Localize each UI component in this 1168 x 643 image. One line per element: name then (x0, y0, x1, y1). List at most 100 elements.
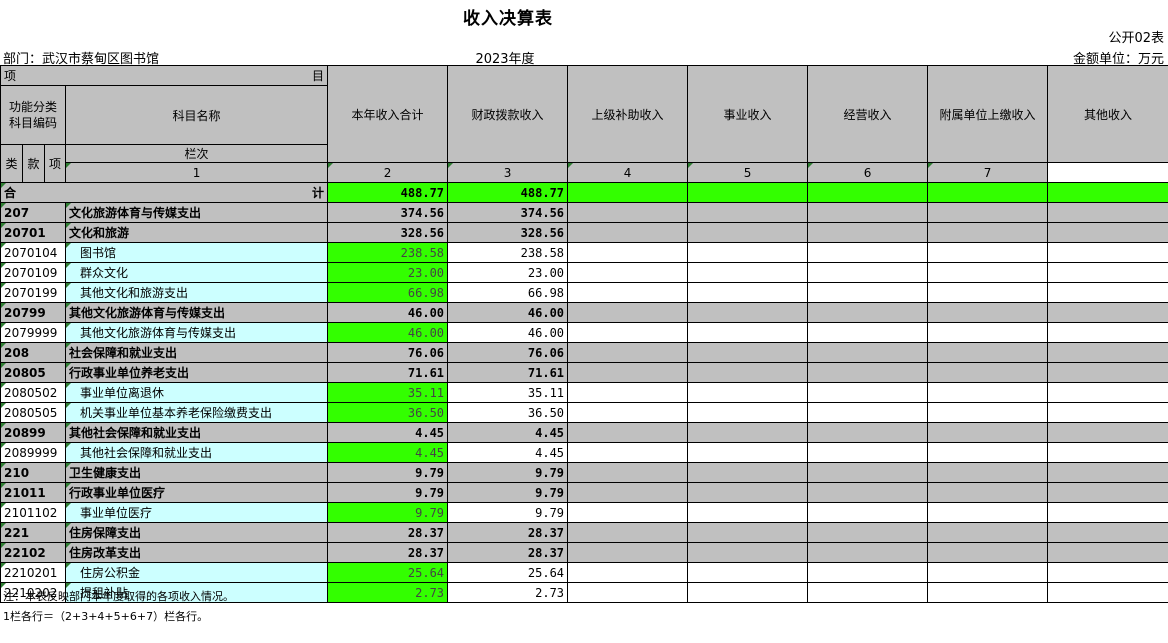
row-empty-3 (567, 362, 689, 383)
row-empty-4 (687, 202, 809, 223)
row-empty-3 (567, 582, 689, 603)
row-empty-4 (687, 502, 809, 523)
row-code: 221 (0, 522, 66, 543)
row-code: 21011 (0, 482, 66, 503)
row-code: 20701 (0, 222, 66, 243)
table-row: 2210201 住房公积金 25.64 25.64 (0, 562, 1168, 583)
row-empty-7 (1047, 302, 1168, 323)
row-empty-3 (567, 242, 689, 263)
row-empty-5 (807, 462, 929, 483)
row-empty-7 (1047, 582, 1168, 603)
row-empty-7 (1047, 262, 1168, 283)
row-empty-5 (807, 422, 929, 443)
row-value-1: 25.64 (327, 562, 449, 583)
row-code: 2080505 (0, 402, 66, 423)
table-row: 2089999 其他社会保障和就业支出 4.45 4.45 (0, 442, 1168, 463)
row-empty-5 (807, 442, 929, 463)
row-empty-6 (927, 582, 1049, 603)
row-empty-7 (1047, 522, 1168, 543)
row-empty-3 (567, 442, 689, 463)
row-empty-5 (807, 582, 929, 603)
row-value-1: 328.56 (327, 222, 449, 243)
row-empty-5 (807, 542, 929, 563)
table-row: 2080502 事业单位离退休 35.11 35.11 (0, 382, 1168, 403)
row-name: 住房公积金 (64, 562, 329, 583)
row-code: 20799 (0, 302, 66, 323)
row-value-2: 66.98 (447, 282, 569, 303)
row-name: 群众文化 (64, 262, 329, 283)
row-empty-4 (687, 422, 809, 443)
table-row: 207 文化旅游体育与传媒支出 374.56 374.56 (0, 202, 1168, 223)
row-code: 208 (0, 342, 66, 363)
row-value-1: 374.56 (327, 202, 449, 223)
row-empty-5 (807, 242, 929, 263)
row-code: 2101102 (0, 502, 66, 523)
col-header-6: 附属单位上缴收入 (927, 65, 1049, 163)
row-empty-5 (807, 402, 929, 423)
row-empty-4 (687, 482, 809, 503)
row-name: 机关事业单位基本养老保险缴费支出 (64, 402, 329, 423)
row-empty-7 (1047, 442, 1168, 463)
row-empty-3 (567, 382, 689, 403)
row-value-1: 36.50 (327, 402, 449, 423)
row-value-2: 9.79 (447, 462, 569, 483)
row-name: 其他文化和旅游支出 (64, 282, 329, 303)
row-code: 210 (0, 462, 66, 483)
row-value-1: 9.79 (327, 482, 449, 503)
col-header-2: 财政拨款收入 (447, 65, 569, 163)
row-code: 2070109 (0, 262, 66, 283)
row-value-1: 76.06 (327, 342, 449, 363)
row-code: 2079999 (0, 322, 66, 343)
col-number-2: 2 (327, 162, 449, 183)
total-empty-5 (807, 182, 929, 203)
row-value-2: 36.50 (447, 402, 569, 423)
row-value-2: 46.00 (447, 302, 569, 323)
row-value-2: 238.58 (447, 242, 569, 263)
func-code-header: 功能分类 科目编码 (0, 85, 66, 145)
row-empty-6 (927, 382, 1049, 403)
row-empty-7 (1047, 202, 1168, 223)
row-empty-3 (567, 502, 689, 523)
row-value-1: 46.00 (327, 302, 449, 323)
row-empty-7 (1047, 282, 1168, 303)
row-empty-7 (1047, 342, 1168, 363)
row-name: 社会保障和就业支出 (64, 342, 329, 363)
row-code: 207 (0, 202, 66, 223)
row-empty-7 (1047, 222, 1168, 243)
total-row-right: 计 (312, 186, 325, 200)
row-empty-3 (567, 562, 689, 583)
row-code: 20899 (0, 422, 66, 443)
table-row: 20805 行政事业单位养老支出 71.61 71.61 (0, 362, 1168, 383)
row-empty-4 (687, 462, 809, 483)
row-empty-5 (807, 502, 929, 523)
row-name: 文化和旅游 (64, 222, 329, 243)
row-empty-7 (1047, 462, 1168, 483)
total-empty-3 (567, 182, 689, 203)
row-empty-5 (807, 362, 929, 383)
row-empty-7 (1047, 242, 1168, 263)
row-name: 其他文化旅游体育与传媒支出 (64, 322, 329, 343)
row-empty-4 (687, 562, 809, 583)
mu-label: 目 (312, 69, 325, 83)
row-empty-6 (927, 542, 1049, 563)
row-name: 行政事业单位养老支出 (64, 362, 329, 383)
header-row-1: 项 目 本年收入合计 财政拨款收入 上级补助收入 事业收入 经营收入 附属单位上… (0, 65, 1168, 163)
row-empty-6 (927, 242, 1049, 263)
row-empty-6 (927, 222, 1049, 243)
row-value-2: 28.37 (447, 522, 569, 543)
row-empty-6 (927, 562, 1049, 583)
table-code: 公开02表 (1108, 31, 1164, 46)
func-code-line2: 科目编码 (8, 116, 57, 130)
row-empty-5 (807, 482, 929, 503)
row-code: 2070104 (0, 242, 66, 263)
table-row: 2070104 图书馆 238.58 238.58 (0, 242, 1168, 263)
col-header-1: 本年收入合计 (327, 65, 449, 163)
col-header-7: 其他收入 (1047, 65, 1168, 163)
row-value-1: 46.00 (327, 322, 449, 343)
row-empty-7 (1047, 382, 1168, 403)
row-value-1: 9.79 (327, 462, 449, 483)
col-number-7: 7 (927, 162, 1049, 183)
row-empty-4 (687, 522, 809, 543)
row-value-2: 28.37 (447, 542, 569, 563)
row-empty-6 (927, 402, 1049, 423)
